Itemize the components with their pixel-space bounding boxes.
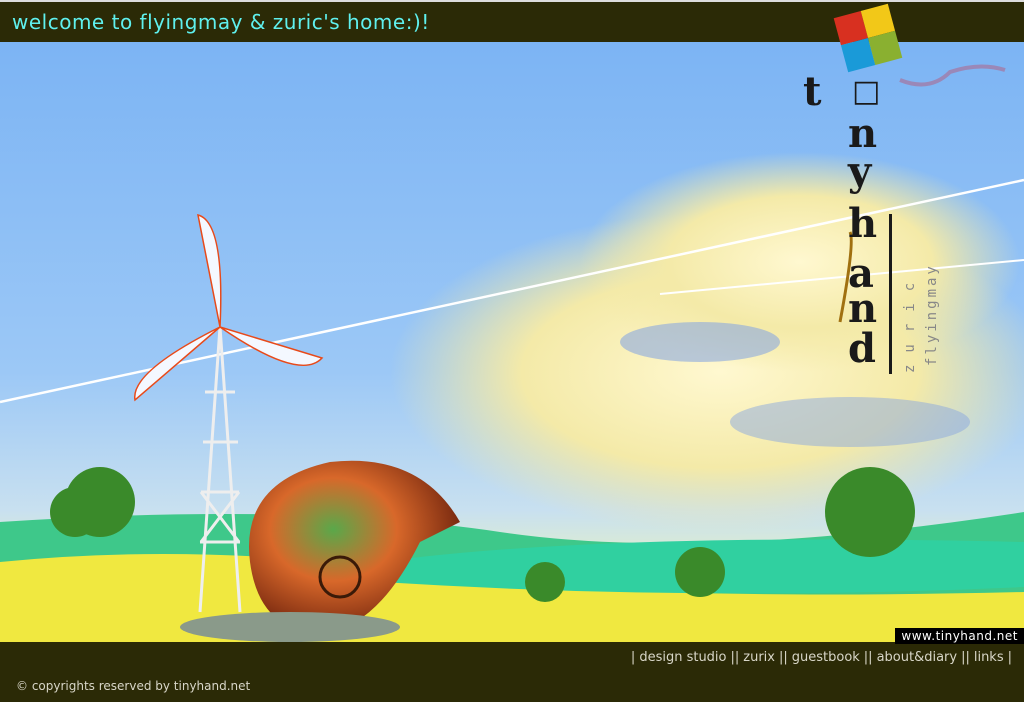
- copyright: © copyrights reserved by tinyhand.net: [16, 679, 251, 693]
- welcome-title: welcome to flyingmay & zuric's home:)!: [12, 10, 430, 34]
- site-url: www.tinyhand.net: [895, 628, 1024, 644]
- nav-about-diary[interactable]: about&diary: [877, 650, 958, 665]
- footer-nav: | design studio || zurix || guestbook || abo…: [630, 650, 1012, 665]
- nav-zurix[interactable]: zurix: [743, 650, 775, 665]
- nav-links[interactable]: links: [974, 650, 1004, 665]
- logo-divider: [889, 214, 892, 374]
- nav-design-studio[interactable]: design studio: [639, 650, 726, 665]
- nav-guestbook[interactable]: guestbook: [792, 650, 860, 665]
